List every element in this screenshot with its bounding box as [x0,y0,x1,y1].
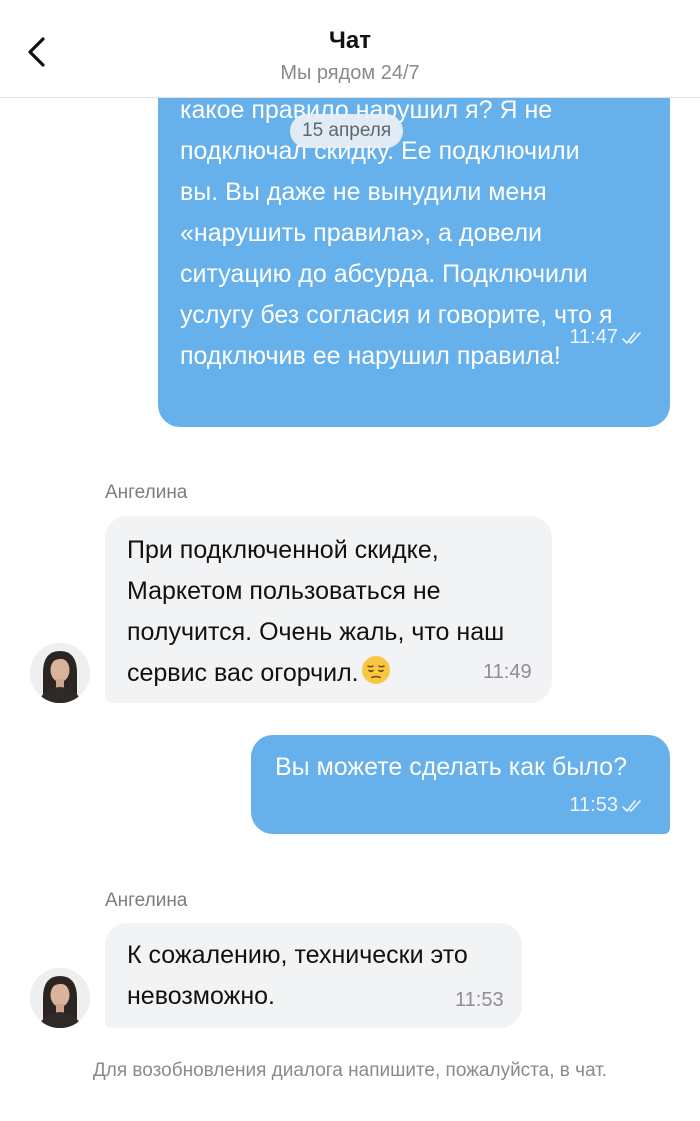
message-time: 11:53 [569,794,618,816]
chat-title: Чат [329,27,371,54]
date-divider: 15 апреля [290,114,404,148]
message-time: 11:47 [569,326,618,348]
outgoing-message[interactable]: Вы можете сделать как было? 11:53 [251,735,670,834]
message-meta: 11:53 [569,794,642,817]
double-check-icon [622,331,642,345]
message-list[interactable]: какое правило нарушил я? Я не подключал … [0,98,700,1121]
pensive-face-icon [361,655,391,698]
sender-name: Ангелина [105,482,188,503]
message-text: К сожалению, технически это невозможно. [127,941,468,1010]
incoming-message[interactable]: При подключенной скидке, Маркетом пользо… [105,516,552,703]
message-time: 11:49 [483,661,532,683]
message-text: Вы можете сделать как было? [275,753,627,781]
sender-name: Ангелина [105,890,188,911]
message-time: 11:53 [455,989,504,1011]
chat-header: Чат Мы рядом 24/7 [0,0,700,98]
chat-subtitle: Мы рядом 24/7 [280,62,420,84]
message-text-content: При подключенной скидке, Маркетом пользо… [127,536,505,687]
message-meta: 11:47 [569,326,642,349]
avatar[interactable] [30,643,90,703]
outgoing-message[interactable]: какое правило нарушил я? Я не подключал … [158,98,670,427]
dialog-closed-note: Для возобновления диалога напишите, пожа… [92,1060,608,1081]
incoming-message[interactable]: К сожалению, технически это невозможно. … [105,923,522,1028]
double-check-icon [622,799,642,813]
avatar[interactable] [30,968,90,1028]
